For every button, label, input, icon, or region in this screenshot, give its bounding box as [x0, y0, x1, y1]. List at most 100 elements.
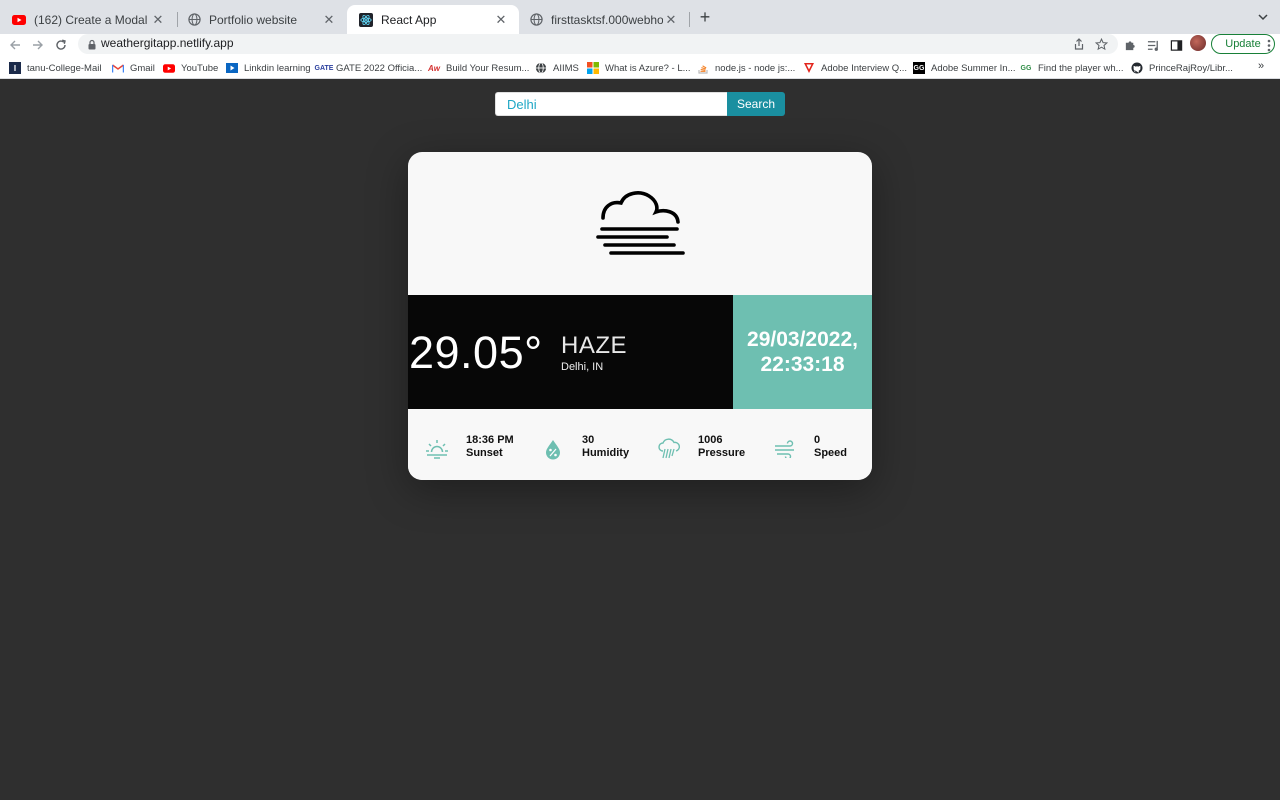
tab-create-modal[interactable]: (162) Create a Modal (Popup) ✕ — [0, 5, 176, 34]
more-menu-icon[interactable] — [1261, 37, 1277, 53]
close-icon[interactable]: ✕ — [150, 12, 166, 28]
bookmark-aiims[interactable]: AIIMS — [535, 60, 579, 76]
bookmark-label: Linkdin learning — [244, 62, 311, 74]
youtube-icon — [12, 13, 26, 27]
url-text: weathergitapp.netlify.app — [101, 36, 234, 50]
new-tab-button[interactable]: + — [696, 8, 714, 27]
date-text: 29/03/2022, — [747, 328, 858, 351]
close-icon[interactable]: ✕ — [321, 12, 337, 28]
pressure-icon — [656, 436, 682, 462]
forward-arrow-icon[interactable] — [29, 36, 47, 54]
stackoverflow-icon — [697, 62, 709, 74]
bookmark-college-mail[interactable]: I tanu-College-Mail — [9, 60, 101, 76]
resume-icon: Aw — [428, 63, 440, 73]
github-icon — [1131, 62, 1143, 74]
globe-icon — [187, 13, 201, 27]
sunset-icon — [424, 436, 450, 462]
bookmark-adobe-interview[interactable]: Adobe Interview Q... — [803, 60, 907, 76]
humidity-value: 30 — [582, 434, 595, 446]
bookmark-label: Find the player wh... — [1038, 62, 1124, 74]
search-button[interactable]: Search — [727, 92, 785, 116]
bookmark-nodejs[interactable]: node.js - node js:... — [697, 60, 795, 76]
weather-card: 29.05° HAZE Delhi, IN 29/03/2022, 22:33:… — [408, 152, 872, 480]
bookmark-find-player[interactable]: GG Find the player wh... — [1020, 60, 1124, 76]
search-bar: Search — [495, 92, 785, 116]
stat-pressure: 1006 Pressure — [656, 434, 745, 464]
extensions-puzzle-icon[interactable] — [1122, 37, 1138, 53]
globe-icon — [529, 13, 543, 27]
react-icon — [359, 12, 373, 27]
address-bar[interactable]: weathergitapp.netlify.app — [78, 34, 1118, 54]
youtube-icon — [163, 62, 175, 74]
gfg-icon: GG — [913, 62, 925, 74]
bookmark-gate[interactable]: GATE GATE 2022 Officia... — [314, 60, 423, 76]
gate-icon: GATE — [314, 64, 334, 72]
tab-search-chevron-icon[interactable] — [1256, 10, 1270, 24]
back-arrow-icon[interactable] — [6, 36, 24, 54]
bookmark-label: PrinceRajRoy/Libr... — [1149, 62, 1233, 74]
bookmark-label: Adobe Interview Q... — [821, 62, 908, 74]
college-mail-icon: I — [9, 62, 21, 74]
lock-icon — [86, 38, 98, 50]
close-icon[interactable]: ✕ — [493, 12, 509, 28]
search-input[interactable] — [495, 92, 727, 116]
bookmark-youtube[interactable]: YouTube — [163, 60, 218, 76]
temperature: 29.05° — [409, 327, 543, 378]
microsoft-icon — [587, 62, 599, 74]
bookmark-linkedin-learning[interactable]: Linkdin learning — [226, 60, 311, 76]
pressure-value: 1006 — [698, 434, 723, 446]
sunset-value: 18:36 PM — [466, 434, 514, 446]
stat-text: 0 Speed — [814, 434, 847, 459]
linkedin-learning-icon — [226, 62, 238, 74]
bookmark-label: AIIMS — [553, 62, 579, 74]
share-icon[interactable] — [1072, 37, 1086, 51]
weather-stats: 18:36 PM Sunset 30 Humidity 1006 Pressur… — [408, 409, 872, 480]
humidity-label: Humidity — [582, 446, 630, 459]
location: Delhi, IN — [561, 361, 604, 373]
browser-tab-bar: (162) Create a Modal (Popup) ✕ Portfolio… — [0, 0, 1280, 34]
bookmarks-overflow-button[interactable]: » — [1258, 60, 1264, 72]
bookmark-label: GATE 2022 Officia... — [336, 62, 423, 74]
stat-text: 30 Humidity — [582, 434, 629, 459]
stat-text: 18:36 PM Sunset — [466, 434, 514, 459]
stat-text: 1006 Pressure — [698, 434, 745, 459]
tab-firsttask[interactable]: firsttasktsf.000webhostapp.co ✕ — [517, 5, 689, 34]
bookmark-gmail[interactable]: Gmail — [112, 60, 155, 76]
bookmark-azure[interactable]: What is Azure? - L... — [587, 60, 691, 76]
weather-icon-area — [408, 152, 872, 295]
reload-icon[interactable] — [52, 36, 70, 54]
profile-avatar[interactable] — [1190, 35, 1206, 51]
bookmarks-bar: I tanu-College-Mail Gmail YouTube Linkdi… — [0, 57, 1280, 79]
tab-title: React App — [381, 12, 437, 27]
close-icon[interactable]: ✕ — [663, 12, 679, 28]
tab-title: firsttasktsf.000webhostapp.co — [551, 12, 663, 27]
reading-list-icon[interactable] — [1145, 37, 1161, 53]
bookmark-label: Build Your Resum... — [446, 62, 530, 74]
speed-value: 0 — [814, 434, 821, 446]
bookmark-star-icon[interactable] — [1094, 37, 1108, 51]
tab-react-app[interactable]: React App ✕ — [347, 5, 519, 34]
bookmark-label: tanu-College-Mail — [27, 62, 102, 74]
tab-divider — [689, 12, 690, 27]
browser-toolbar: weathergitapp.netlify.app Update — [0, 34, 1280, 57]
sunset-label: Sunset — [466, 446, 503, 459]
bookmark-adobe-summer[interactable]: GG Adobe Summer In... — [913, 60, 1015, 76]
weather-info-bar: 29.05° HAZE Delhi, IN — [408, 295, 733, 409]
bookmark-label: Adobe Summer In... — [931, 62, 1016, 74]
pressure-label: Pressure — [698, 446, 746, 459]
bookmark-label: What is Azure? - L... — [605, 62, 691, 74]
bookmark-label: node.js - node js:... — [715, 62, 796, 74]
haze-icon — [592, 186, 688, 261]
stat-sunset: 18:36 PM Sunset — [424, 434, 514, 464]
bookmark-github[interactable]: PrinceRajRoy/Libr... — [1131, 60, 1233, 76]
gfg-icon: GG — [1020, 64, 1032, 72]
date-time-panel: 29/03/2022, 22:33:18 — [733, 295, 872, 409]
tab-title: Portfolio website — [209, 12, 298, 27]
gmail-icon — [112, 62, 124, 74]
tab-portfolio[interactable]: Portfolio website ✕ — [175, 5, 347, 34]
bookmark-resume[interactable]: Aw Build Your Resum... — [428, 60, 529, 76]
side-panel-icon[interactable] — [1168, 37, 1184, 53]
humidity-icon — [540, 436, 566, 462]
time-text: 22:33:18 — [760, 353, 845, 376]
wind-icon — [772, 436, 798, 462]
